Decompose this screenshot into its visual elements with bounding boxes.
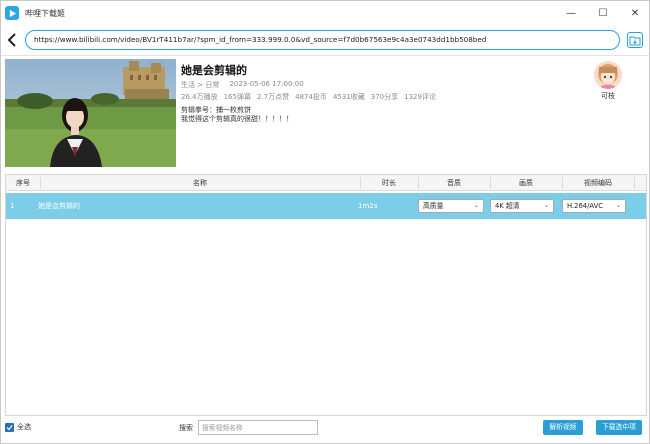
column-header-duration: 时长 bbox=[382, 179, 396, 187]
video-meta: 生活 > 日常 2023-05-06 17:00:00 bbox=[181, 80, 304, 90]
stat-favorites: 4531收藏 bbox=[332, 93, 365, 101]
close-button[interactable]: ✕ bbox=[619, 1, 650, 25]
table-row[interactable]: 1 她是会剪辑的 1m2s 高质量 ⌄ 4K 超清 ⌄ H.264/AVC ⌄ bbox=[6, 193, 646, 219]
stat-likes: 2.7万点赞 bbox=[256, 93, 290, 101]
codec-select[interactable]: H.264/AVC ⌄ bbox=[562, 199, 626, 213]
row-duration: 1m2s bbox=[358, 202, 378, 210]
video-thumbnail bbox=[5, 59, 176, 167]
column-header-audio-quality: 音质 bbox=[447, 179, 461, 187]
download-folder-icon[interactable] bbox=[627, 32, 643, 48]
stat-danmaku: 165弹幕 bbox=[223, 93, 251, 101]
video-quality-select[interactable]: 4K 超清 ⌄ bbox=[490, 199, 554, 213]
bottom-bar: 全选 搜索 解析视频 下载选中项 bbox=[1, 419, 650, 443]
chevron-down-icon: ⌄ bbox=[615, 202, 621, 209]
window-title: 哔哩下载姬 bbox=[25, 8, 65, 18]
stat-coins: 4874投币 bbox=[295, 93, 327, 101]
column-header-codec: 视频编码 bbox=[584, 179, 612, 187]
table-header: 序号 名称 时长 音质 画质 视频编码 bbox=[6, 175, 646, 191]
uploader-avatar[interactable] bbox=[594, 61, 622, 89]
stat-views: 26.4万播放 bbox=[181, 93, 218, 101]
video-publish-time: 2023-05-06 17:00:00 bbox=[229, 80, 304, 88]
video-stats: 26.4万播放 165弹幕 2.7万点赞 4874投币 4531收藏 370分享… bbox=[181, 92, 436, 102]
url-input[interactable]: https://www.bilibili.com/video/BV1rT411b… bbox=[25, 30, 620, 50]
video-quality-value: 4K 超清 bbox=[495, 202, 520, 210]
video-description-line-2: 我觉得这个剪辑真的很甜！！！！！ bbox=[181, 115, 293, 123]
audio-quality-value: 高质量 bbox=[423, 202, 444, 210]
window-controls: — ☐ ✕ bbox=[555, 1, 650, 25]
uploader-name[interactable]: 可枝 bbox=[593, 91, 623, 101]
search-label: 搜索 bbox=[179, 424, 193, 432]
header-divider bbox=[1, 55, 650, 56]
stat-comments: 1329评论 bbox=[404, 93, 436, 101]
download-selected-button[interactable]: 下载选中项 bbox=[596, 420, 642, 435]
minimize-button[interactable]: — bbox=[555, 1, 587, 25]
url-row: https://www.bilibili.com/video/BV1rT411b… bbox=[1, 27, 650, 53]
video-category: 生活 > 日常 bbox=[181, 81, 220, 89]
video-list-table: 序号 名称 时长 音质 画质 视频编码 1 她是会剪辑的 1m2s 高质量 ⌄ … bbox=[5, 174, 647, 416]
column-header-video-quality: 画质 bbox=[519, 179, 533, 187]
codec-value: H.264/AVC bbox=[567, 202, 604, 210]
row-name: 她是会剪辑的 bbox=[38, 202, 80, 210]
select-all-label[interactable]: 全选 bbox=[17, 422, 31, 432]
maximize-button[interactable]: ☐ bbox=[587, 1, 619, 25]
stat-shares: 370分享 bbox=[370, 93, 399, 101]
search-input[interactable] bbox=[198, 420, 318, 435]
app-logo-icon bbox=[5, 6, 19, 20]
row-index: 1 bbox=[10, 202, 15, 210]
chevron-down-icon: ⌄ bbox=[473, 202, 479, 209]
column-header-name: 名称 bbox=[193, 179, 207, 187]
back-arrow-icon[interactable] bbox=[5, 31, 19, 49]
title-bar: 哔哩下载姬 — ☐ ✕ bbox=[1, 1, 650, 25]
app-window: 哔哩下载姬 — ☐ ✕ https://www.bilibili.com/vid… bbox=[0, 0, 650, 444]
parse-video-button[interactable]: 解析视频 bbox=[543, 420, 583, 435]
chevron-down-icon: ⌄ bbox=[543, 202, 549, 209]
select-all-checkbox[interactable] bbox=[5, 423, 14, 432]
video-title: 她是会剪辑的 bbox=[181, 64, 247, 77]
column-header-index: 序号 bbox=[16, 179, 30, 187]
audio-quality-select[interactable]: 高质量 ⌄ bbox=[418, 199, 484, 213]
column-divider bbox=[634, 177, 635, 189]
